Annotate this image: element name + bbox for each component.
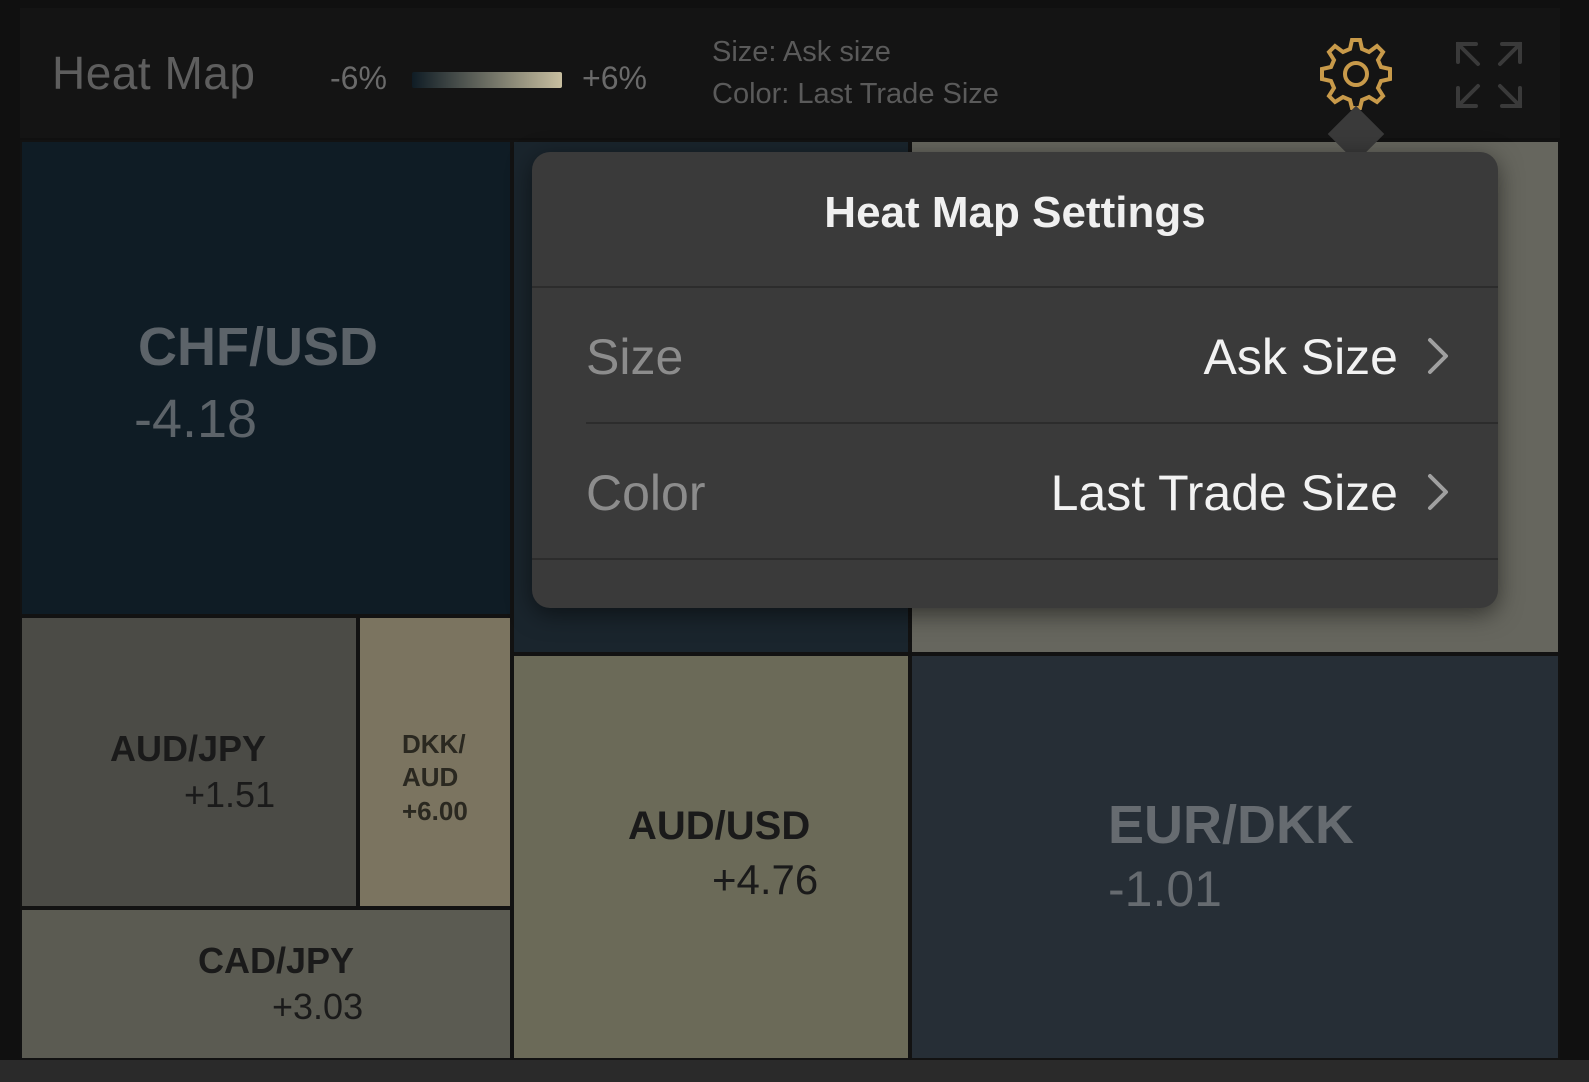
heat-map-header: Heat Map -6% +6% Size: Ask size Color: L… bbox=[20, 8, 1560, 138]
tile-dkk-aud[interactable]: DKK/ AUD +6.00 bbox=[358, 616, 512, 908]
tile-value: +1.51 bbox=[184, 774, 276, 815]
scale-max-label: +6% bbox=[582, 60, 647, 96]
tile-symbol: AUD/JPY bbox=[110, 728, 267, 769]
legend-size-text: Size: Ask size bbox=[712, 36, 891, 68]
color-setting-value: Last Trade Size bbox=[1050, 465, 1398, 521]
tile-value: -4.18 bbox=[134, 389, 258, 449]
tile-value: -1.01 bbox=[1108, 861, 1222, 917]
chevron-right-icon bbox=[1428, 474, 1448, 510]
tile-value: +4.76 bbox=[712, 856, 819, 903]
size-setting-value: Ask Size bbox=[1203, 329, 1398, 385]
tile-symbol: EUR/DKK bbox=[1108, 795, 1355, 855]
tile-symbol: DKK/ AUD bbox=[402, 728, 466, 794]
page-title: Heat Map bbox=[52, 47, 256, 99]
settings-gear-icon[interactable] bbox=[1316, 34, 1396, 114]
expand-icon[interactable] bbox=[1452, 38, 1526, 112]
tile-cad-jpy[interactable]: CAD/JPY +3.03 bbox=[20, 908, 512, 1060]
size-setting-label: Size bbox=[586, 329, 684, 385]
tile-eur-dkk[interactable]: EUR/DKK -1.01 bbox=[910, 654, 1560, 1060]
tile-aud-jpy[interactable]: AUD/JPY +1.51 bbox=[20, 616, 358, 908]
divider bbox=[532, 558, 1498, 560]
size-setting-row[interactable]: Size Ask Size bbox=[532, 288, 1498, 422]
color-setting-label: Color bbox=[586, 465, 706, 521]
tile-value: +6.00 bbox=[402, 796, 468, 826]
color-setting-row[interactable]: Color Last Trade Size bbox=[532, 424, 1498, 558]
tile-value: +3.03 bbox=[272, 986, 364, 1027]
legend-color-text: Color: Last Trade Size bbox=[712, 78, 999, 110]
tile-symbol: CAD/JPY bbox=[198, 940, 355, 981]
heat-map-window: Heat Map -6% +6% Size: Ask size Color: L… bbox=[0, 0, 1589, 1082]
scale-min-label: -6% bbox=[330, 60, 387, 96]
tile-symbol-line2: AUD bbox=[402, 762, 459, 792]
tile-chf-usd[interactable]: CHF/USD -4.18 bbox=[20, 140, 512, 616]
color-scale-bar bbox=[412, 72, 562, 88]
tile-symbol: AUD/USD bbox=[628, 804, 811, 848]
tile-symbol-line1: DKK/ bbox=[402, 729, 466, 759]
popover-title: Heat Map Settings bbox=[824, 188, 1206, 237]
settings-popover: Heat Map Settings Size Ask Size Color La… bbox=[532, 152, 1498, 608]
tile-symbol: CHF/USD bbox=[138, 317, 378, 377]
tile-aud-usd[interactable]: AUD/USD +4.76 bbox=[512, 654, 910, 1060]
window-bottom-edge bbox=[0, 1060, 1589, 1082]
chevron-right-icon bbox=[1428, 338, 1448, 374]
